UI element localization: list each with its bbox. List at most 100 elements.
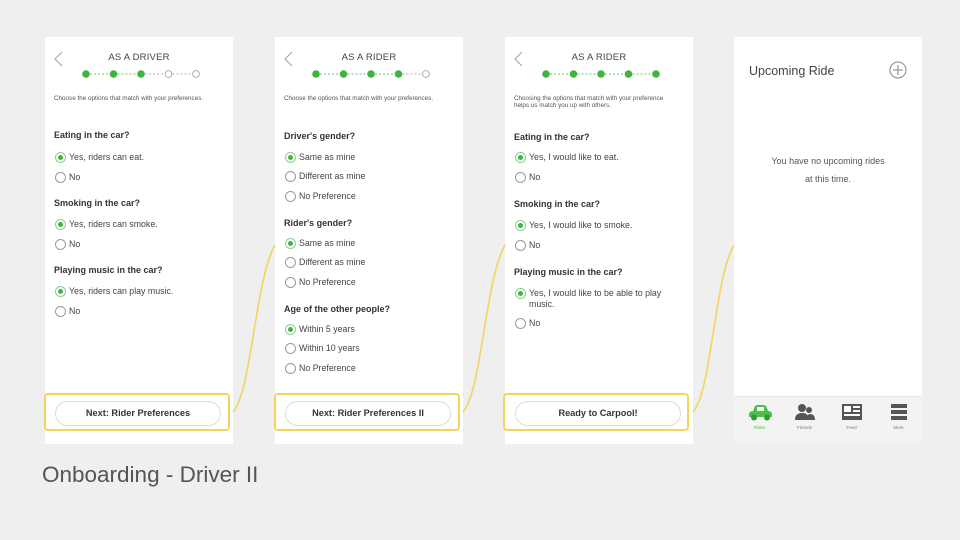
radio-option[interactable]: Different as mine [285, 171, 449, 182]
radio-selected[interactable] [285, 324, 296, 335]
radio-option[interactable]: No [55, 239, 219, 250]
radio-option[interactable]: Yes, I would like to be able to play mus… [515, 288, 667, 310]
progress-step-pending [422, 70, 430, 78]
radio-selected[interactable] [515, 152, 526, 163]
tab-label: Feed [846, 425, 857, 430]
radio-option[interactable]: No Preference [285, 363, 449, 374]
flow-connector [692, 244, 735, 413]
progress-step-complete [542, 70, 550, 78]
intro-text: Choosing the options that match with you… [514, 95, 664, 110]
progress-step-complete [652, 70, 660, 78]
page-title: Upcoming Ride [749, 64, 835, 78]
progress-step-complete [137, 70, 145, 78]
progress-stepper [312, 70, 430, 78]
tab-label: Rides [753, 425, 766, 430]
radio-unselected[interactable] [55, 172, 66, 183]
radio-option[interactable]: Different as mine [285, 257, 449, 268]
radio-option[interactable]: Yes, I would like to eat. [515, 152, 679, 163]
radio-option[interactable]: Yes, I would like to smoke. [515, 220, 679, 231]
intro-text: Choose the options that match with your … [284, 95, 434, 102]
feed-icon [841, 404, 862, 420]
tab-friends[interactable]: Friends [781, 403, 828, 441]
radio-unselected[interactable] [515, 318, 526, 329]
tab-feed[interactable]: Feed [828, 403, 875, 441]
tab-rides[interactable]: Rides [736, 403, 783, 441]
question-label: Playing music in the car? [514, 267, 623, 277]
next-rider-preferences-button[interactable]: Next: Rider Preferences [55, 401, 221, 426]
radio-unselected[interactable] [515, 240, 526, 251]
menu-icon [890, 404, 907, 420]
radio-option[interactable]: No Preference [285, 277, 449, 288]
progress-step-complete [394, 70, 403, 78]
upcoming-ride-screen: Upcoming Ride You have no upcoming rides… [734, 37, 922, 444]
intro-text: Choose the options that match with your … [54, 95, 204, 102]
question-label: Driver's gender? [284, 131, 356, 141]
progress-step-complete [312, 70, 320, 78]
next-rider-preferences-ii-button[interactable]: Next: Rider Preferences II [285, 401, 451, 426]
radio-option[interactable]: No Preference [285, 191, 449, 202]
radio-option[interactable]: Same as mine [285, 152, 449, 163]
tab-label: More [893, 425, 904, 430]
radio-option[interactable]: Within 5 years [285, 324, 449, 335]
radio-unselected[interactable] [285, 191, 296, 202]
progress-step-pending [192, 70, 200, 78]
radio-selected[interactable] [55, 152, 66, 163]
progress-step-complete [569, 70, 578, 78]
driver-preferences-screen: AS A DRIVER Choose the options that matc… [45, 37, 233, 444]
screen-title: AS A RIDER [341, 52, 397, 63]
radio-option[interactable]: No [55, 306, 219, 317]
friends-icon [794, 404, 815, 420]
radio-selected[interactable] [515, 220, 526, 231]
radio-option[interactable]: No [515, 318, 679, 329]
progress-step-pending [164, 70, 173, 78]
radio-unselected[interactable] [285, 277, 296, 288]
radio-option[interactable]: Within 10 years [285, 343, 449, 354]
progress-stepper [542, 70, 660, 78]
radio-option[interactable]: Same as mine [285, 238, 449, 249]
question-label: Eating in the car? [54, 130, 130, 140]
radio-unselected[interactable] [55, 306, 66, 317]
radio-selected[interactable] [285, 238, 296, 249]
radio-unselected[interactable] [285, 171, 296, 182]
question-label: Age of the other people? [284, 304, 391, 314]
slide-title: Onboarding - Driver II [42, 462, 259, 487]
screen-title: AS A DRIVER [108, 52, 170, 63]
ready-to-carpool-button[interactable]: Ready to Carpool! [515, 401, 681, 426]
add-icon[interactable] [889, 61, 907, 79]
radio-option[interactable]: Yes, riders can play music. [55, 286, 219, 297]
radio-option[interactable]: No [515, 240, 679, 251]
tab-more[interactable]: More [875, 403, 922, 441]
flow-connector [232, 244, 276, 413]
radio-option[interactable]: Yes, riders can eat. [55, 152, 219, 163]
progress-step-complete [624, 70, 633, 78]
empty-state-message: You have no upcoming rides at this time. [771, 156, 885, 184]
radio-selected[interactable] [55, 219, 66, 230]
question-label: Playing music in the car? [54, 265, 163, 275]
radio-option[interactable]: No [515, 172, 679, 183]
radio-unselected[interactable] [285, 363, 296, 374]
progress-step-complete [367, 70, 375, 78]
rider-preferences-screen: AS A RIDER Choose the options that match… [275, 37, 463, 444]
progress-step-complete [597, 70, 605, 78]
screen-title: AS A RIDER [571, 52, 627, 63]
radio-option[interactable]: Yes, riders can smoke. [55, 219, 219, 230]
question-label: Smoking in the car? [514, 199, 601, 209]
radio-option[interactable]: No [55, 172, 219, 183]
radio-unselected[interactable] [515, 172, 526, 183]
radio-selected[interactable] [55, 286, 66, 297]
progress-step-complete [109, 70, 118, 78]
radio-selected[interactable] [285, 152, 296, 163]
tab-bar: Rides Friends Feed More [734, 396, 922, 444]
progress-stepper [82, 70, 200, 78]
tab-label: Friends [796, 425, 812, 430]
progress-step-complete [339, 70, 348, 78]
radio-unselected[interactable] [285, 343, 296, 354]
radio-unselected[interactable] [285, 257, 296, 268]
radio-selected[interactable] [515, 288, 526, 299]
progress-step-complete [82, 70, 90, 78]
question-label: Smoking in the car? [54, 198, 141, 208]
question-label: Rider's gender? [284, 218, 353, 228]
car-icon [748, 405, 772, 421]
radio-unselected[interactable] [55, 239, 66, 250]
flow-connector [462, 244, 506, 413]
